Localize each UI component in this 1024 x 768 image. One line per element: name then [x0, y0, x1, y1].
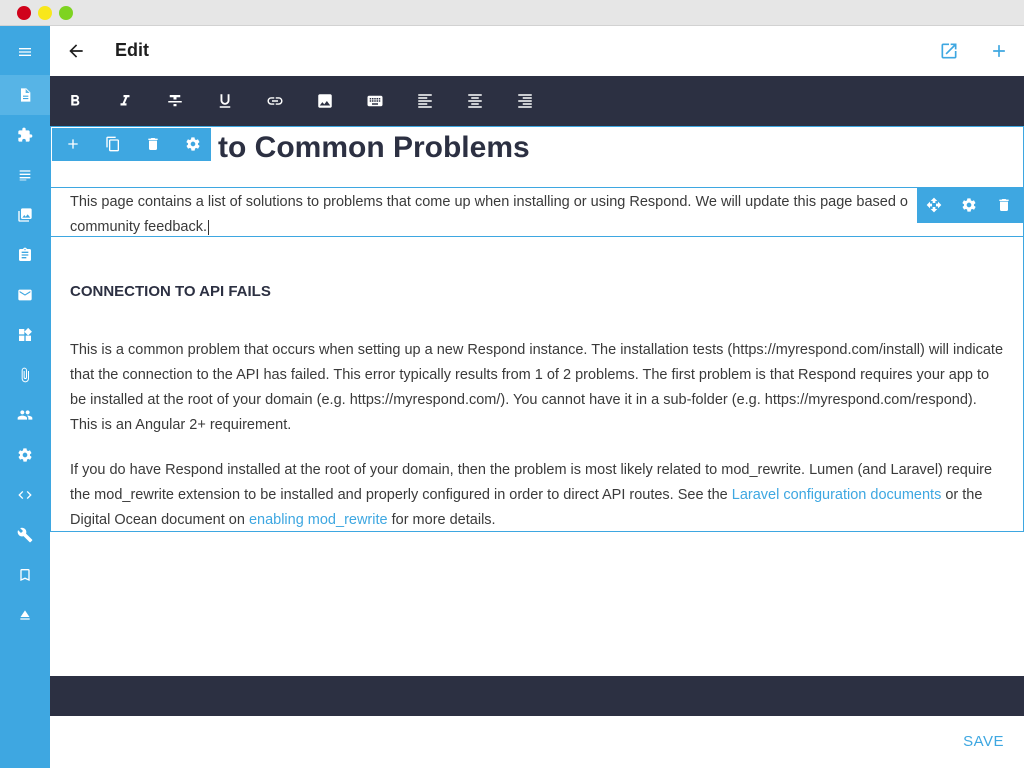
image-icon	[318, 94, 332, 108]
align-right-button[interactable]	[513, 89, 537, 113]
sidebar	[0, 26, 50, 768]
insert-image-button[interactable]	[313, 89, 337, 113]
sidebar-item-publish[interactable]	[0, 595, 50, 635]
clipboard-icon	[19, 247, 31, 261]
intro-line-1: This page contains a list of solutions t…	[70, 194, 908, 210]
settings-icon	[962, 198, 976, 212]
sidebar-item-plugins[interactable]	[0, 115, 50, 155]
mod-rewrite-link[interactable]: enabling mod_rewrite	[249, 512, 388, 528]
sidebar-item-menus[interactable]	[0, 155, 50, 195]
section-heading[interactable]: CONNECTION TO API FAILS	[70, 283, 271, 300]
delete-block-button[interactable]	[141, 132, 165, 156]
back-button[interactable]	[64, 39, 88, 63]
plugin-icon	[18, 127, 33, 142]
keyboard-icon	[367, 95, 383, 107]
link-button[interactable]	[263, 89, 287, 113]
intro-paragraph-block[interactable]: This page contains a list of solutions t…	[50, 187, 1024, 237]
sidebar-item-bookmarks[interactable]	[0, 555, 50, 595]
settings-icon	[18, 448, 32, 462]
title-block[interactable]: to Common Problems	[50, 126, 1024, 188]
duplicate-block-button[interactable]	[101, 132, 125, 156]
window-maximize-button[interactable]	[59, 6, 73, 20]
body-paragraph-1[interactable]: This is a common problem that occurs whe…	[70, 338, 1005, 438]
formatting-toolbar	[50, 76, 1024, 126]
users-icon	[17, 410, 33, 420]
move-icon	[926, 197, 942, 213]
sidebar-item-settings[interactable]	[0, 435, 50, 475]
align-center-icon	[468, 94, 482, 108]
strikethrough-button[interactable]	[163, 89, 187, 113]
sidebar-item-menu[interactable]	[0, 32, 50, 72]
window-title-bar	[0, 0, 1024, 26]
paragraph-settings-button[interactable]	[957, 193, 981, 217]
align-left-icon	[418, 94, 432, 108]
sidebar-item-pages[interactable]	[0, 75, 50, 115]
top-bar: Edit	[50, 26, 1024, 76]
sidebar-item-submissions[interactable]	[0, 275, 50, 315]
trash-icon	[148, 138, 158, 150]
sidebar-item-tools[interactable]	[0, 515, 50, 555]
underline-button[interactable]	[213, 89, 237, 113]
sidebar-item-code[interactable]	[0, 475, 50, 515]
eject-icon	[20, 610, 30, 620]
paragraph-delete-button[interactable]	[992, 193, 1016, 217]
page-title: Edit	[115, 40, 149, 60]
body-paragraph-2[interactable]: If you do have Respond installed at the …	[70, 458, 1005, 533]
window-close-button[interactable]	[17, 6, 31, 20]
page-icon	[21, 88, 31, 102]
block-toolbar	[52, 128, 211, 161]
copy-icon	[106, 136, 119, 152]
footer: SAVE	[50, 716, 1024, 768]
plus-icon	[993, 45, 1005, 57]
menu-icon	[19, 48, 31, 56]
editor-canvas: to Common Problems This page contains a …	[50, 126, 1024, 676]
paragraph-toolbar	[917, 188, 1024, 223]
attachment-icon	[21, 367, 29, 383]
window-minimize-button[interactable]	[38, 6, 52, 20]
bottom-bar	[50, 676, 1024, 716]
plus-icon	[68, 139, 78, 149]
wrench-icon	[17, 527, 33, 543]
intro-paragraph[interactable]: This page contains a list of solutions t…	[70, 190, 990, 240]
sidebar-item-files[interactable]	[0, 355, 50, 395]
intro-line-2: community feedback.	[70, 219, 208, 235]
italic-button[interactable]	[113, 89, 137, 113]
move-block-button[interactable]	[922, 193, 946, 217]
align-right-icon	[518, 94, 532, 108]
text-caret	[208, 219, 210, 235]
sidebar-item-users[interactable]	[0, 395, 50, 435]
trash-icon	[999, 199, 1009, 211]
link-icon	[267, 97, 283, 105]
sidebar-item-forms[interactable]	[0, 235, 50, 275]
bold-button[interactable]	[63, 89, 87, 113]
bold-icon	[71, 95, 80, 106]
add-block-button[interactable]	[61, 132, 85, 156]
add-button[interactable]	[987, 39, 1011, 63]
save-button[interactable]: SAVE	[963, 733, 1004, 750]
bookmark-icon	[20, 569, 30, 581]
content-title[interactable]: to Common Problems	[218, 131, 530, 165]
arrow-back-icon	[69, 44, 83, 58]
list-icon	[19, 170, 31, 181]
laravel-docs-link[interactable]: Laravel configuration documents	[732, 487, 942, 503]
body-block[interactable]: CONNECTION TO API FAILS This is a common…	[50, 236, 1024, 532]
italic-icon	[120, 95, 130, 106]
strikethrough-icon	[168, 95, 182, 107]
para2-text-c: for more details.	[387, 512, 496, 528]
mail-icon	[18, 289, 32, 301]
image-icon	[18, 208, 32, 222]
code-icon	[18, 491, 32, 499]
align-center-button[interactable]	[463, 89, 487, 113]
block-settings-button[interactable]	[181, 132, 205, 156]
open-in-new-button[interactable]	[937, 39, 961, 63]
widgets-icon	[19, 327, 32, 341]
align-left-button[interactable]	[413, 89, 437, 113]
sidebar-item-gallery[interactable]	[0, 195, 50, 235]
keyboard-button[interactable]	[363, 89, 387, 113]
open-in-new-icon	[941, 43, 957, 59]
settings-icon	[186, 137, 200, 151]
sidebar-item-components[interactable]	[0, 315, 50, 355]
underline-icon	[219, 94, 231, 108]
